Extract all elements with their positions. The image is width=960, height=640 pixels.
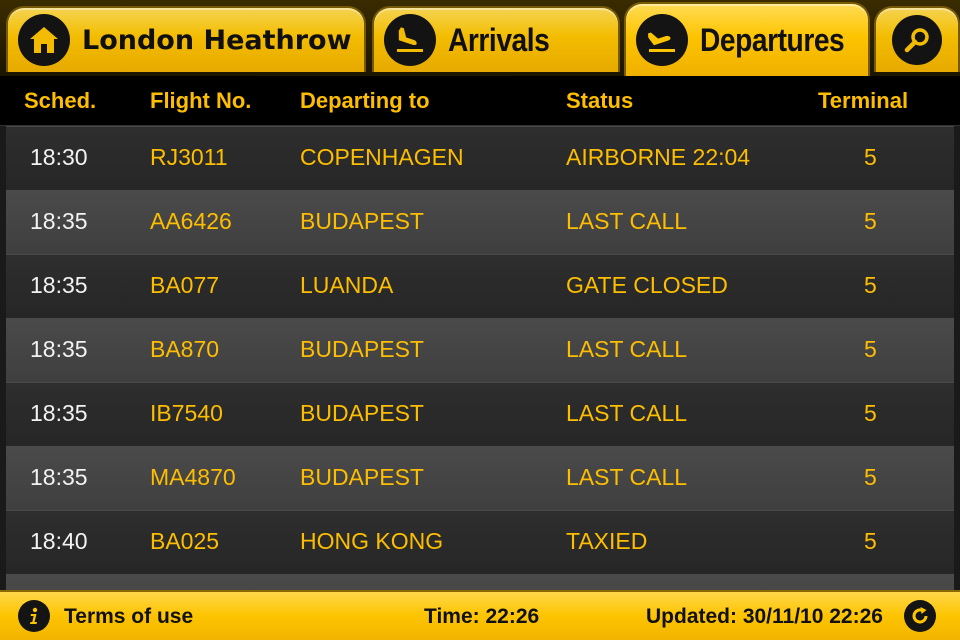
destination: BUDAPEST [300,336,424,362]
tab-label-departures: Departures [700,21,845,58]
terminal: 5 [864,464,877,490]
sched-time: 18:30 [30,144,88,170]
sched-time: 18:35 [30,400,88,426]
info-icon[interactable] [18,600,50,632]
home-icon [18,14,70,66]
flight-status: LAST CALL [566,464,688,490]
flight-status: GATE CLOSED [566,272,728,298]
destination: HONG KONG [300,528,444,554]
column-terminal: Terminal [818,88,909,113]
search-button[interactable] [874,6,960,72]
sched-time: 18:35 [30,464,88,490]
column-sched: Sched. [24,88,97,113]
destination: BUDAPEST [300,400,424,426]
tab-departures[interactable]: Departures [624,2,870,76]
plane-takeoff-icon [636,14,688,66]
column-status: Status [566,88,634,113]
footer-bar: Terms of use Time: 22:26 Updated: 30/11/… [0,590,960,640]
table-row[interactable]: 18:35 AA6426 BUDAPEST LAST CALL 5 [6,190,954,254]
flight-status: LAST CALL [566,336,688,362]
destination: BUDAPEST [300,464,424,490]
terminal: 5 [864,336,877,362]
column-departing-to: Departing to [300,88,430,113]
flight-number: RJ3011 [150,144,228,170]
sched-time: 18:35 [30,208,88,234]
column-flight-no: Flight No. [150,88,252,113]
destination: COPENHAGEN [300,144,464,170]
last-updated: Updated: 30/11/10 22:26 [646,605,883,628]
table-row[interactable]: 18:40 BA025 HONG KONG TAXIED 5 [6,510,954,574]
flight-number: BA077 [150,272,220,298]
terminal: 5 [864,528,877,554]
flight-status: TAXIED [566,528,648,554]
plane-landing-icon [384,14,436,66]
sched-time: 18:35 [30,272,88,298]
sched-time: 18:35 [30,336,88,362]
table-row[interactable]: 18:35 IB7540 BUDAPEST LAST CALL 5 [6,382,954,446]
tab-label-arrivals: Arrivals [448,21,550,58]
terms-of-use-link[interactable]: Terms of use [64,605,193,629]
column-header: Sched. Flight No. Departing to Status Te… [0,76,960,126]
flight-status: LAST CALL [566,208,688,234]
table-row[interactable]: 18:35 BA870 BUDAPEST LAST CALL 5 [6,318,954,382]
flight-status: LAST CALL [566,400,688,426]
app-window: London Heathrow Arrivals Departures Sche… [0,0,960,640]
refresh-icon[interactable] [904,600,936,632]
terminal: 5 [864,400,877,426]
table-row[interactable]: 18:30 RJ3011 COPENHAGEN AIRBORNE 22:04 5 [6,126,954,190]
departures-list[interactable]: 18:30 RJ3011 COPENHAGEN AIRBORNE 22:04 5… [0,126,960,590]
terminal: 5 [864,144,877,170]
tab-arrivals[interactable]: Arrivals [372,6,620,72]
current-time: Time: 22:26 [424,605,540,628]
flight-number: BA870 [150,336,220,362]
terminal: 5 [864,208,877,234]
table-row[interactable]: 18:35 BA077 LUANDA GATE CLOSED 5 [6,254,954,318]
tab-london-heathrow[interactable]: London Heathrow [6,6,366,72]
tab-bar: London Heathrow Arrivals Departures [0,0,960,76]
terminal: 5 [864,272,877,298]
table-row[interactable]: 18:35 MA4870 BUDAPEST LAST CALL 5 [6,446,954,510]
flight-status: AIRBORNE 22:04 [566,144,751,170]
flight-number: AA6426 [150,208,232,234]
sched-time: 18:40 [30,528,88,554]
flight-number: MA4870 [150,464,236,490]
tab-label-home: London Heathrow [82,24,352,56]
destination: LUANDA [300,272,394,298]
table-row-partial[interactable] [6,574,954,590]
destination: BUDAPEST [300,208,424,234]
flight-number: IB7540 [150,400,223,426]
flight-number: BA025 [150,528,220,554]
search-icon [892,15,942,65]
